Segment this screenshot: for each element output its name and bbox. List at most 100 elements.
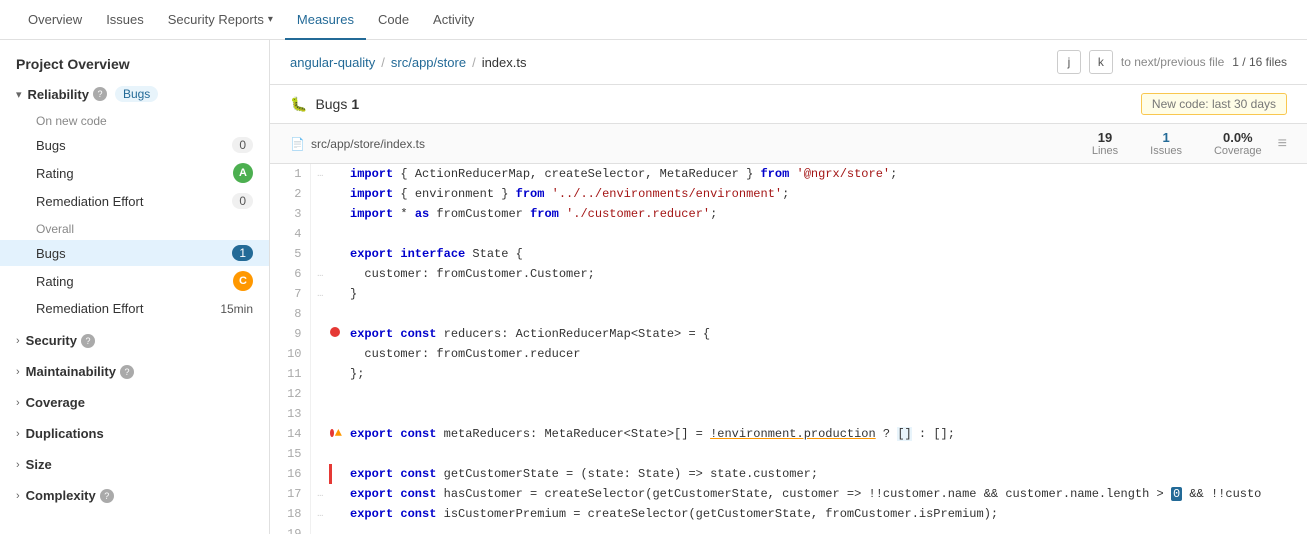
coverage-header[interactable]: › Coverage — [0, 389, 269, 416]
breadcrumb-path[interactable]: src/app/store — [391, 55, 466, 70]
sidebar-item-remediation-new[interactable]: Remediation Effort 0 — [0, 188, 269, 214]
warning-icon: ▲ — [335, 426, 342, 440]
security-help-icon[interactable]: ? — [81, 334, 95, 348]
file-info-row: 📄 src/app/store/index.ts 19 Lines 1 Issu… — [270, 124, 1307, 164]
rating-overall-badge: C — [233, 271, 253, 291]
breadcrumb: angular-quality / src/app/store / index.… — [270, 40, 1307, 85]
overall-label: Overall — [0, 218, 269, 240]
remediation-new-count: 0 — [232, 193, 253, 209]
chevron-right-icon: › — [16, 335, 20, 347]
complexity-help-icon[interactable]: ? — [100, 489, 114, 503]
complexity-label: Complexity — [26, 488, 96, 503]
line-number: 13 — [270, 404, 310, 424]
breadcrumb-file: index.ts — [482, 55, 527, 70]
security-header[interactable]: › Security ? — [0, 327, 269, 354]
lines-label: Lines — [1092, 145, 1118, 157]
nav-security-reports[interactable]: Security Reports ▾ — [156, 0, 285, 40]
top-navigation: Overview Issues Security Reports ▾ Measu… — [0, 0, 1307, 40]
table-row: 18 … export const isCustomerPremium = cr… — [270, 504, 1307, 524]
maintainability-header[interactable]: › Maintainability ? — [0, 358, 269, 385]
rating-new-badge: A — [233, 163, 253, 183]
remediation-overall-value: 15min — [220, 302, 253, 316]
code-line-content: export const metaReducers: MetaReducer<S… — [342, 424, 1307, 444]
nav-code[interactable]: Code — [366, 0, 421, 40]
sidebar-item-bugs-new[interactable]: Bugs 0 — [0, 132, 269, 158]
coverage-section: › Coverage — [0, 389, 269, 416]
table-row: 10 customer: fromCustomer.reducer — [270, 344, 1307, 364]
line-number: 5 — [270, 244, 310, 264]
sidebar-item-bugs-overall[interactable]: Bugs 1 — [0, 240, 269, 266]
table-row: 2 import { environment } from '../../env… — [270, 184, 1307, 204]
menu-icon[interactable]: ≡ — [1278, 135, 1287, 153]
table-row: 8 — [270, 304, 1307, 324]
line-number: 12 — [270, 384, 310, 404]
chevron-right-icon4: › — [16, 428, 20, 440]
breadcrumb-project[interactable]: angular-quality — [290, 55, 375, 70]
code-line-content: } — [342, 284, 1307, 304]
table-row: 4 — [270, 224, 1307, 244]
prev-key-button[interactable]: j — [1057, 50, 1081, 74]
bug-marker-icon — [330, 327, 340, 337]
code-line-content: customer: fromCustomer.reducer — [342, 344, 1307, 364]
complexity-header[interactable]: › Complexity ? — [0, 482, 269, 509]
chevron-right-icon5: › — [16, 459, 20, 471]
code-line-content — [342, 404, 1307, 424]
code-line-content: export const getCustomerState = (state: … — [342, 464, 1307, 484]
nav-overview[interactable]: Overview — [16, 0, 94, 40]
table-row: 3 import * as fromCustomer from './custo… — [270, 204, 1307, 224]
overall-subsection: Overall Bugs 1 Rating C Remediation Effo… — [0, 216, 269, 323]
line-number: 1 — [270, 164, 310, 184]
reliability-help-icon[interactable]: ? — [93, 87, 107, 101]
code-line-content: import { ActionReducerMap, createSelecto… — [342, 164, 1307, 184]
table-row: 11 }; — [270, 364, 1307, 384]
security-label: Security — [26, 333, 77, 348]
security-section: › Security ? — [0, 327, 269, 354]
code-line-content — [342, 304, 1307, 324]
code-line-content: }; — [342, 364, 1307, 384]
maintainability-help-icon[interactable]: ? — [120, 365, 134, 379]
bugs-label: Bugs — [315, 96, 347, 112]
complexity-section: › Complexity ? — [0, 482, 269, 509]
size-header[interactable]: › Size — [0, 451, 269, 478]
main-layout: Project Overview ▾ Reliability ? Bugs On… — [0, 40, 1307, 534]
new-code-badge: New code: last 30 days — [1141, 93, 1287, 115]
code-line-content: export const isCustomerPremium = createS… — [342, 504, 1307, 524]
sidebar-item-rating-overall[interactable]: Rating C — [0, 266, 269, 296]
duplications-section: › Duplications — [0, 420, 269, 447]
breadcrumb-actions: j k to next/previous file 1 / 16 files — [1057, 50, 1287, 74]
sidebar-item-rating-new[interactable]: Rating A — [0, 158, 269, 188]
table-row: 15 — [270, 444, 1307, 464]
code-line-content — [342, 224, 1307, 244]
content-area: angular-quality / src/app/store / index.… — [270, 40, 1307, 534]
nav-issues[interactable]: Issues — [94, 0, 156, 40]
new-code-subsection: On new code Bugs 0 Rating A Remediation … — [0, 108, 269, 216]
code-table: 1 … import { ActionReducerMap, createSel… — [270, 164, 1307, 534]
nav-measures[interactable]: Measures — [285, 0, 366, 40]
code-line-content: export const hasCustomer = createSelecto… — [342, 484, 1307, 504]
issues-label: Issues — [1150, 145, 1182, 157]
reliability-header[interactable]: ▾ Reliability ? Bugs — [0, 80, 269, 108]
table-row: 17 … export const hasCustomer = createSe… — [270, 484, 1307, 504]
chevron-down-icon: ▾ — [16, 88, 22, 101]
file-metrics: 19 Lines 1 Issues 0.0% Coverage — [1092, 130, 1262, 157]
code-line-content: import * as fromCustomer from './custome… — [342, 204, 1307, 224]
sidebar-item-remediation-overall[interactable]: Remediation Effort 15min — [0, 296, 269, 321]
code-line-content — [342, 384, 1307, 404]
coverage-metric: 0.0% Coverage — [1214, 130, 1262, 157]
table-row: 14 ▲ export const metaReducers: MetaRedu… — [270, 424, 1307, 444]
table-row: 7 … } — [270, 284, 1307, 304]
next-key-button[interactable]: k — [1089, 50, 1113, 74]
nav-activity[interactable]: Activity — [421, 0, 486, 40]
table-row: 9 export const reducers: ActionReducerMa… — [270, 324, 1307, 344]
maintainability-label: Maintainability — [26, 364, 116, 379]
lines-value: 19 — [1098, 130, 1112, 145]
size-label: Size — [26, 457, 52, 472]
table-row: 19 — [270, 524, 1307, 534]
sidebar-title: Project Overview — [0, 48, 269, 80]
code-view: 1 … import { ActionReducerMap, createSel… — [270, 164, 1307, 534]
chevron-right-icon2: › — [16, 366, 20, 378]
duplications-header[interactable]: › Duplications — [0, 420, 269, 447]
issues-metric: 1 Issues — [1150, 130, 1182, 157]
table-row: 6 … customer: fromCustomer.Customer; — [270, 264, 1307, 284]
size-section: › Size — [0, 451, 269, 478]
